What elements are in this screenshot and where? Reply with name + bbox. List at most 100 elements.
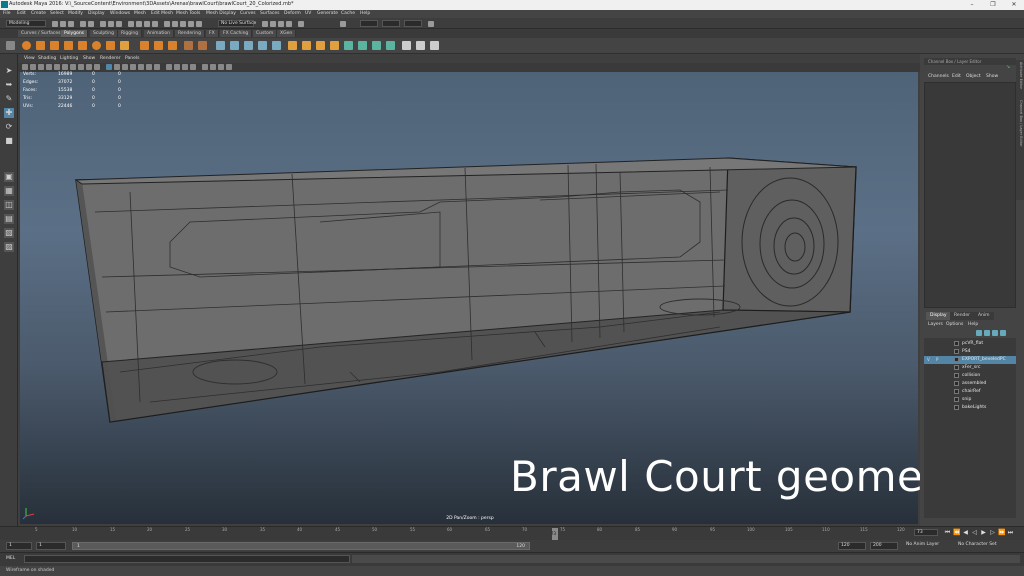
uv-editor-icon[interactable] <box>402 41 411 50</box>
new-layer-icon[interactable] <box>992 330 998 336</box>
resolution-gate-icon[interactable] <box>70 64 76 70</box>
sign-in-icon[interactable] <box>428 21 434 27</box>
extrude-icon[interactable] <box>288 41 297 50</box>
persp-graph-icon[interactable]: ▧ <box>4 228 14 238</box>
quad-draw-icon[interactable] <box>372 41 381 50</box>
smooth-shade-icon[interactable] <box>114 64 120 70</box>
field-chart-icon[interactable] <box>86 64 92 70</box>
maximize-button[interactable]: ❐ <box>983 0 1003 10</box>
mirror-icon[interactable] <box>272 41 281 50</box>
layer-menu-help[interactable]: Help <box>968 322 978 327</box>
menu-mesh-display[interactable]: Mesh Display <box>206 11 236 16</box>
shelf-tab-xgen[interactable]: XGen <box>277 30 297 37</box>
go-to-end-icon[interactable]: ⏭ <box>1007 529 1014 536</box>
uv-layout-icon[interactable] <box>430 41 439 50</box>
textured-icon[interactable] <box>138 64 144 70</box>
layer-row[interactable]: pcVR_flat <box>924 340 1016 348</box>
side-tab-attribute-editor[interactable]: Attribute Editor <box>1017 62 1023 89</box>
x-field[interactable] <box>360 20 378 27</box>
select-tool-icon[interactable]: ➤ <box>4 66 14 76</box>
layer-row[interactable]: PS4 <box>924 348 1016 356</box>
layer-row[interactable]: collision <box>924 372 1016 380</box>
z-field[interactable] <box>404 20 422 27</box>
y-field[interactable] <box>382 20 400 27</box>
poly-cone-icon[interactable] <box>64 41 73 50</box>
motion-blur-icon[interactable] <box>174 64 180 70</box>
new-scene-icon[interactable] <box>52 21 58 27</box>
multi-cut-icon[interactable] <box>344 41 353 50</box>
persp-outliner-icon[interactable]: ▤ <box>4 214 14 224</box>
viewport-menu-view[interactable]: View <box>24 56 35 61</box>
playback-start-field[interactable]: 1 <box>36 542 66 550</box>
shelf-tab-fx[interactable]: FX <box>206 30 219 37</box>
new-layer-selected-icon[interactable] <box>1000 330 1006 336</box>
layer-row[interactable]: assembled <box>924 380 1016 388</box>
layer-color-swatch[interactable] <box>954 349 959 354</box>
ipr-render-icon[interactable] <box>278 21 284 27</box>
current-frame-field[interactable]: 73 <box>914 529 938 536</box>
redo-icon[interactable] <box>88 21 94 27</box>
render-view-icon[interactable] <box>262 21 268 27</box>
poly-cylinder-icon[interactable] <box>50 41 59 50</box>
snap-curve-icon[interactable] <box>172 21 178 27</box>
pick-curve-icon[interactable] <box>152 21 158 27</box>
poly-sphere-icon[interactable] <box>22 41 31 50</box>
character-set-field[interactable]: No Character Set <box>956 542 1016 550</box>
layer-color-swatch[interactable] <box>954 365 959 370</box>
layer-row[interactable]: chairRef <box>924 388 1016 396</box>
layer-tab-display[interactable]: Display <box>926 312 951 320</box>
viewport-menu-show[interactable]: Show <box>83 56 95 61</box>
shelf-tab-animation[interactable]: Animation <box>144 30 174 37</box>
shelf-tab-curves-surfaces[interactable]: Curves / Surfaces <box>18 30 65 37</box>
channel-box-menu-edit[interactable]: Edit <box>952 74 961 79</box>
poly-helix-icon[interactable] <box>154 41 163 50</box>
mode-dropdown[interactable]: Modeling <box>6 20 46 27</box>
menu-cache[interactable]: Cache <box>341 11 355 16</box>
play-backwards-icon[interactable]: ◁ <box>971 529 978 536</box>
layer-row[interactable]: snip <box>924 396 1016 404</box>
shelf-tab-sculpting[interactable]: Sculpting <box>90 30 119 37</box>
menu-mesh-tools[interactable]: Mesh Tools <box>176 11 200 16</box>
layer-menu-layers[interactable]: Layers <box>928 322 943 327</box>
save-scene-icon[interactable] <box>68 21 74 27</box>
layer-color-swatch[interactable] <box>954 357 959 362</box>
shelf-tab-rigging[interactable]: Rigging <box>118 30 143 37</box>
pick-joint-icon[interactable] <box>144 21 150 27</box>
side-by-side-icon[interactable]: ◫ <box>4 200 14 210</box>
scale-tool-icon[interactable]: ■ <box>4 136 14 146</box>
layer-color-swatch[interactable] <box>954 397 959 402</box>
select-component-icon[interactable] <box>116 21 122 27</box>
pick-handle-icon[interactable] <box>136 21 142 27</box>
channel-box-menu-channels[interactable]: Channels <box>928 74 949 79</box>
smooth-icon[interactable] <box>244 41 253 50</box>
close-button[interactable]: ✕ <box>1004 0 1024 10</box>
snap-view-icon[interactable] <box>188 21 194 27</box>
xray-joints-icon[interactable] <box>218 64 224 70</box>
rotate-tool-icon[interactable]: ⟳ <box>4 122 14 132</box>
bookmark-icon[interactable] <box>38 64 44 70</box>
shelf-tab-fx-caching[interactable]: FX Caching <box>220 30 253 37</box>
menu-uv[interactable]: UV <box>305 11 311 16</box>
bridge-icon[interactable] <box>302 41 311 50</box>
depth-of-field-icon[interactable] <box>190 64 196 70</box>
select-hierarchy-icon[interactable] <box>100 21 106 27</box>
select-camera-icon[interactable] <box>22 64 28 70</box>
snap-point-icon[interactable] <box>180 21 186 27</box>
viewport-menu-panels[interactable]: Panels <box>125 56 139 61</box>
poly-platonic-icon[interactable] <box>168 41 177 50</box>
menu-deform[interactable]: Deform <box>284 11 301 16</box>
go-to-start-icon[interactable]: ⏮ <box>944 529 951 536</box>
combine-icon[interactable] <box>216 41 225 50</box>
edge-loop-icon[interactable] <box>386 41 395 50</box>
bevel-icon[interactable] <box>316 41 325 50</box>
menu-display[interactable]: Display <box>88 11 105 16</box>
layer-menu-options[interactable]: Options <box>946 322 963 327</box>
grid-toggle-icon[interactable] <box>54 64 60 70</box>
open-scene-icon[interactable] <box>60 21 66 27</box>
super-shape-icon[interactable] <box>184 41 193 50</box>
separate-icon[interactable] <box>230 41 239 50</box>
channel-box-menu-object[interactable]: Object <box>966 74 981 79</box>
layer-color-swatch[interactable] <box>954 373 959 378</box>
snap-grid-icon[interactable] <box>164 21 170 27</box>
menu-help[interactable]: Help <box>360 11 370 16</box>
